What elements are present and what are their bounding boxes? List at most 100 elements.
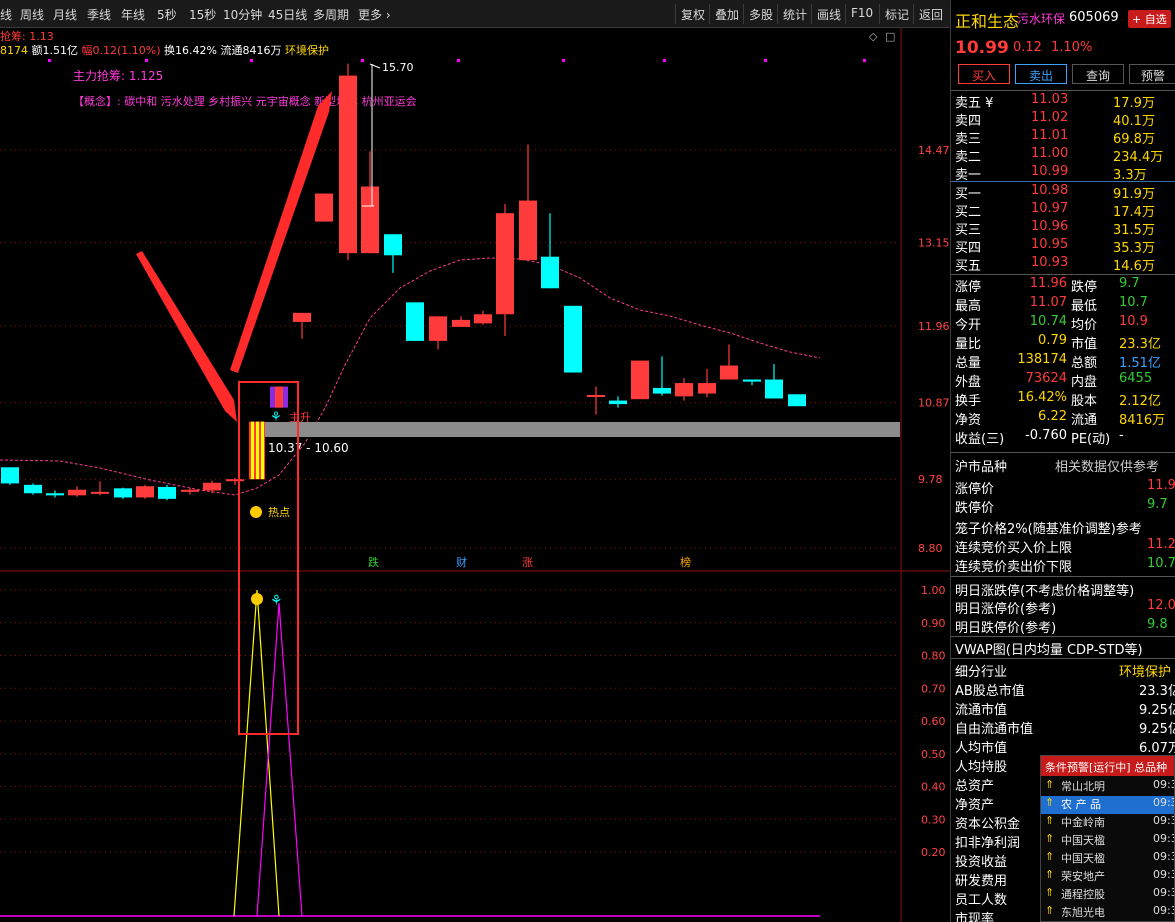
ask-row[interactable]: 卖二 11.00 234.4万 (951, 146, 1175, 165)
query-button[interactable]: 查询 (1072, 64, 1124, 84)
ask-price: 11.01 (1031, 128, 1069, 143)
day-mark: 财 (456, 555, 467, 569)
candle-body (136, 486, 154, 498)
up-arrow-icon: ⇑ (1045, 778, 1055, 791)
buy-button[interactable]: 买入 (958, 64, 1010, 84)
tab-monthly[interactable]: 月线 (53, 6, 77, 23)
tab-10min[interactable]: 10分钟 (223, 6, 262, 23)
support-band (265, 422, 900, 437)
ask-row[interactable]: 卖一 10.99 3.3万 (951, 164, 1175, 183)
chart-grid (0, 28, 950, 922)
alert-button[interactable]: 预警 (1129, 64, 1175, 84)
up-arrow-icon: ⇑ (1045, 796, 1055, 809)
tab-more[interactable]: 更多 › (358, 6, 391, 23)
last-price: 10.99 (955, 38, 1009, 58)
draw-line-button[interactable]: 画线 (811, 4, 846, 24)
ask-volume: 234.4万 (1113, 150, 1164, 165)
mark-button[interactable]: 标记 (879, 4, 914, 24)
multi-stock-button[interactable]: 多股 (743, 4, 778, 24)
f10-button[interactable]: F10 (845, 4, 878, 24)
stock-name: 正和生态 (955, 12, 1020, 31)
alert-row[interactable]: ⇑ 中国天楹 09:3 (1041, 850, 1174, 868)
condition-alert-window[interactable]: 条件预警[运行中] 总品种 ⇑ 常山北明 09:3 ⇑ 农 产 品 09:3 ⇑ 中金岭南 09… (1040, 755, 1175, 922)
alert-stock-name: 中金岭南 (1061, 816, 1105, 829)
indicator-tick-label: 0.80 (921, 650, 946, 663)
support-range-label: 10.37 - 10.60 (268, 441, 349, 455)
square-icon: □ (885, 30, 895, 43)
bid-row[interactable]: 买四 10.95 35.3万 (951, 237, 1175, 256)
sell-button[interactable]: 卖出 (1015, 64, 1067, 84)
stat-label: 跌停 (1071, 280, 1098, 295)
tab-45day[interactable]: 45日线 (268, 6, 307, 23)
auction-row: 连续竞价买入价上限 11.2 (951, 537, 1175, 556)
signal-dot (562, 59, 565, 62)
tab-daily-line[interactable]: 线 (0, 6, 12, 23)
auction-label: 连续竞价卖出价下限 (955, 560, 1073, 575)
tomorrow-label: 明日跌停价(参考) (955, 621, 1057, 636)
tab-quarterly[interactable]: 季线 (87, 6, 111, 23)
add-favorite-button[interactable]: + 自选 (1128, 10, 1171, 28)
alert-row[interactable]: ⇑ 农 产 品 09:3 (1041, 796, 1174, 814)
fundamental-label: 细分行业 (955, 665, 1008, 680)
ask-row[interactable]: 卖五 ¥ 11.03 17.9万 (951, 92, 1175, 111)
back-button[interactable]: 返回 (913, 4, 948, 24)
peak-value-label: 15.70 (382, 61, 414, 74)
alert-row[interactable]: ⇑ 通程控股 09:3 (1041, 886, 1174, 904)
fundamental-label: 员工人数 (955, 893, 1008, 908)
stat-value: 138174 (1017, 352, 1067, 367)
bid-row[interactable]: 买一 10.98 91.9万 (951, 183, 1175, 202)
alert-time: 09:3 (1153, 868, 1174, 881)
kline-chart[interactable]: 1.00 0.90 0.80 0.70 0.60 0.50 0.40 0.30 0.20 ⚘ 14… (0, 28, 950, 922)
tomorrow-row: 明日跌停价(参考) 9.8 (951, 617, 1175, 636)
tab-yearly[interactable]: 年线 (121, 6, 145, 23)
ask-row[interactable]: 卖四 11.02 40.1万 (951, 110, 1175, 129)
divider (951, 636, 1175, 637)
vwap-row[interactable]: VWAP图(日内均量 CDP-STD等) (951, 639, 1175, 658)
price-axis: 14.47 13.15 11.96 10.87 9.78 8.80 (918, 144, 950, 555)
indicator-tick-label: 0.30 (921, 813, 946, 826)
stat-label: 净资 (955, 413, 982, 428)
price-tick-label: 11.96 (918, 320, 950, 333)
divider (951, 576, 1175, 577)
alert-title[interactable]: 条件预警[运行中] 总品种 (1041, 756, 1174, 776)
alert-time: 09:3 (1153, 850, 1174, 863)
candle-body (1, 467, 19, 484)
bid-row[interactable]: 买二 10.97 17.4万 (951, 201, 1175, 220)
ask-label: 卖四 (955, 114, 982, 129)
candle-body (46, 493, 64, 496)
signal-dot (145, 59, 148, 62)
price-line: 10.99 0.12 1.10% (951, 38, 1175, 60)
ask-row[interactable]: 卖三 11.01 69.8万 (951, 128, 1175, 147)
tomorrow-header: 明日涨跌停(不考虑价格调整等) (951, 580, 1175, 599)
vwap-label[interactable]: VWAP图(日内均量 CDP-STD等) (955, 639, 1143, 658)
fundamental-label: 流通市值 (955, 703, 1008, 718)
stat-value: 8416万 (1119, 413, 1166, 428)
signal-dot (863, 59, 866, 62)
adjust-button[interactable]: 复权 (675, 4, 710, 24)
tab-15s[interactable]: 15秒 (189, 6, 216, 23)
limits-note: 相关数据仅供参考 (1055, 460, 1160, 475)
candle-body (114, 488, 132, 498)
tab-5s[interactable]: 5秒 (157, 6, 177, 23)
candle-body (226, 479, 244, 482)
alert-row[interactable]: ⇑ 中国天楹 09:3 (1041, 832, 1174, 850)
stat-value: 73624 (1025, 371, 1067, 386)
alert-row[interactable]: ⇑ 常山北明 09:3 (1041, 778, 1174, 796)
main-rise-label: 主升 (289, 411, 311, 424)
overlay-button[interactable]: 叠加 (709, 4, 744, 24)
alert-row[interactable]: ⇑ 荣安地产 09:3 (1041, 868, 1174, 886)
alert-time: 09:3 (1153, 886, 1174, 899)
alert-row[interactable]: ⇑ 东旭光电 09:3 (1041, 904, 1174, 921)
tomorrow-value: 12.0 (1147, 598, 1175, 613)
alert-row[interactable]: ⇑ 中金岭南 09:3 (1041, 814, 1174, 832)
indicator-panel: 1.00 0.90 0.80 0.70 0.60 0.50 0.40 0.30 0.20 ⚘ (0, 584, 946, 917)
tab-weekly[interactable]: 周线 (20, 6, 44, 23)
bid-row[interactable]: 买五 10.93 14.6万 (951, 255, 1175, 274)
alert-stock-name: 中国天楹 (1061, 852, 1105, 865)
bid-row[interactable]: 买三 10.96 31.5万 (951, 219, 1175, 238)
statistics-button[interactable]: 统计 (777, 4, 812, 24)
money-bag-icon (251, 593, 263, 605)
alert-time: 09:3 (1153, 796, 1174, 809)
stat-row: 量比 0.79 市值 23.3亿 (951, 333, 1175, 352)
tab-multi-period[interactable]: 多周期 (313, 6, 349, 23)
